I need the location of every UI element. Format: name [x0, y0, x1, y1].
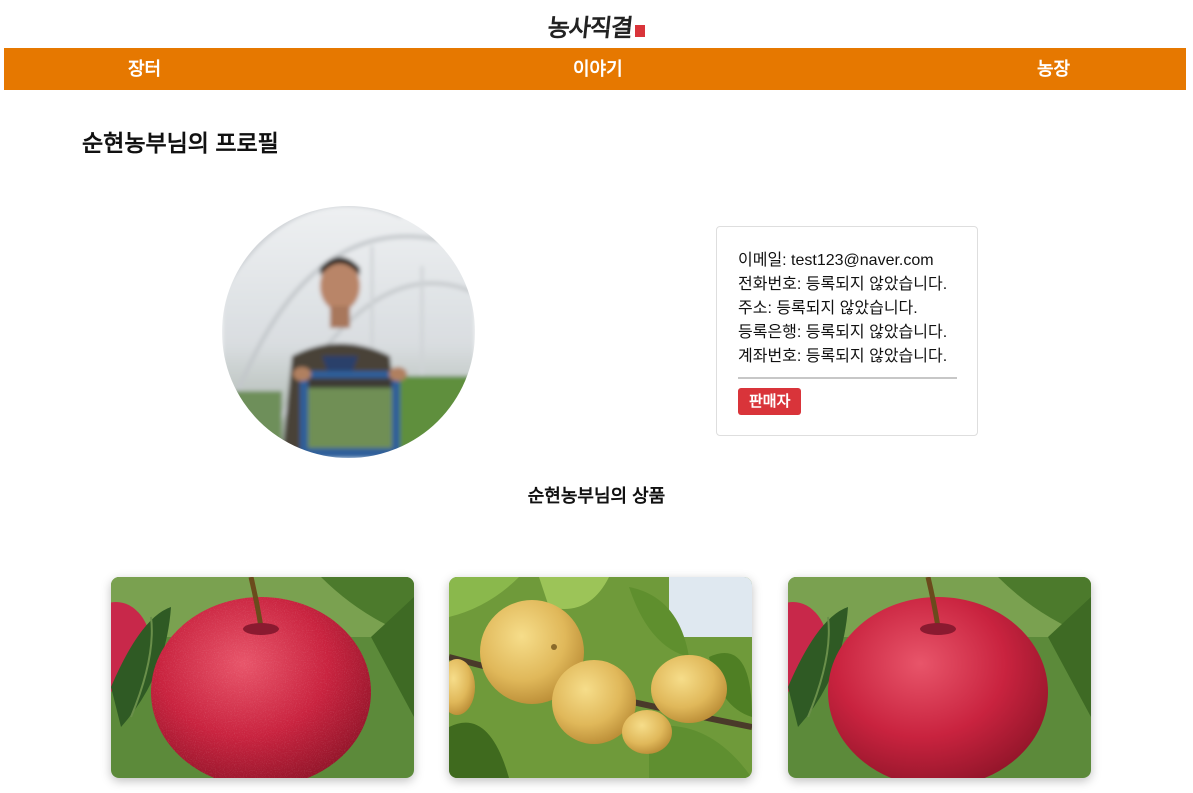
page: 농사직결 장터 이야기 농장 순현농부님의 프로필 이메일: test123@n… [0, 0, 1193, 793]
phone-info: 전화번호: 등록되지 않았습니다. [738, 276, 948, 293]
email-info: 이메일: test123@naver.com [738, 252, 934, 269]
account-info: 계좌번호: 등록되지 않았습니다. [738, 348, 948, 365]
apple-photo [788, 577, 1091, 778]
product-card-2[interactable] [449, 577, 752, 778]
apple-photo [111, 577, 414, 778]
products-section-title: 순현농부님의 상품 [527, 486, 666, 506]
site-logo[interactable]: 농사직결 [0, 6, 1193, 44]
divider [738, 377, 957, 379]
nav-item-stories[interactable]: 이야기 [573, 48, 623, 90]
product-card-1[interactable] [111, 577, 414, 778]
page-title: 순현농부님의 프로필 [82, 130, 279, 156]
logo-text: 농사직결 [546, 12, 634, 42]
nav-item-market[interactable]: 장터 [128, 48, 161, 90]
main-nav: 장터 이야기 농장 [4, 48, 1186, 90]
seller-badge: 판매자 [738, 388, 802, 415]
nav-item-farm[interactable]: 농장 [1037, 48, 1070, 90]
logo-seal-icon [634, 25, 645, 37]
bank-info: 등록은행: 등록되지 않았습니다. [738, 324, 948, 341]
pear-photo [449, 577, 752, 778]
profile-info-card: 이메일: test123@naver.com 전화번호: 등록되지 않았습니다.… [716, 226, 978, 436]
profile-avatar [222, 206, 475, 458]
product-card-3[interactable] [788, 577, 1091, 778]
address-info: 주소: 등록되지 않았습니다. [738, 300, 918, 317]
